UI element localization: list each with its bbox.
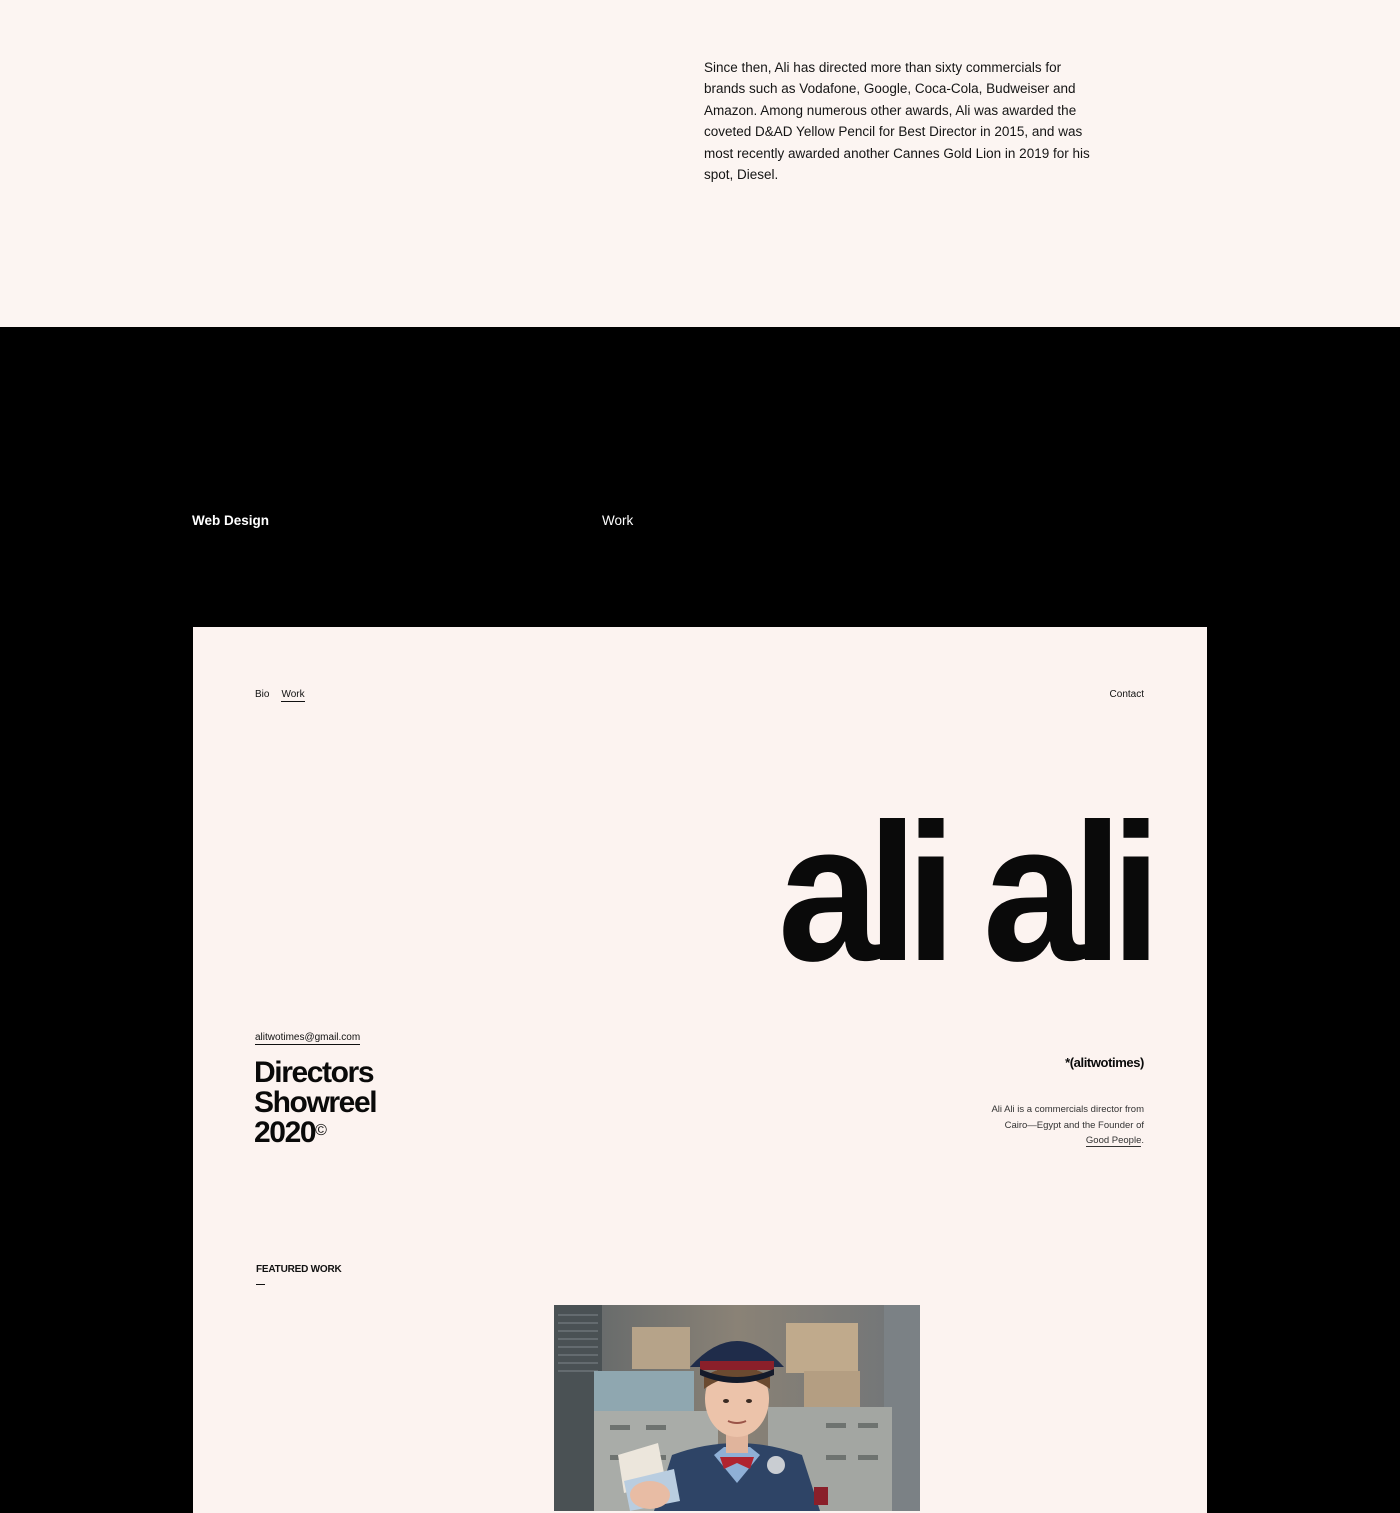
bio-paragraph: Since then, Ali has directed more than s…	[704, 60, 1090, 183]
showreel-line-3: 2020©	[254, 1118, 376, 1148]
project-category-label: Web Design	[192, 513, 270, 528]
short-bio-end: .	[1141, 1135, 1144, 1147]
mockup-nav: Bio Work	[255, 689, 305, 702]
short-bio: Ali Ali is a commercials director from C…	[984, 1102, 1144, 1149]
short-bio-text: Ali Ali is a commercials director from C…	[991, 1104, 1144, 1131]
project-type-label: Work	[602, 513, 634, 528]
nav-link-contact[interactable]: Contact	[1110, 689, 1144, 700]
featured-work-heading: FEATURED WORK	[256, 1264, 342, 1275]
showreel-line-2: Showreel	[254, 1086, 378, 1119]
showreel-line-1: Directors	[254, 1056, 375, 1089]
video-still-icon	[554, 1305, 920, 1511]
website-mockup: Bio Work Contact ali ali alitwotimes@gma…	[193, 627, 1207, 1513]
bio-section: Since then, Ali has directed more than s…	[0, 0, 1400, 327]
good-people-link[interactable]: Good People	[1085, 1135, 1142, 1148]
handle-label: *(alitwotimes)	[1065, 1055, 1144, 1070]
showreel-year: 2020	[254, 1116, 317, 1149]
hero-name-title: ali ali	[777, 783, 1161, 1002]
copyright-mark: ©	[315, 1122, 327, 1139]
featured-video-thumbnail[interactable]	[554, 1305, 920, 1511]
nav-link-bio[interactable]: Bio	[255, 689, 269, 702]
nav-link-work[interactable]: Work	[281, 689, 305, 702]
featured-work-dash	[256, 1284, 265, 1285]
email-link[interactable]: alitwotimes@gmail.com	[255, 1032, 361, 1045]
showreel-title: Directors Showreel 2020©	[254, 1056, 378, 1148]
